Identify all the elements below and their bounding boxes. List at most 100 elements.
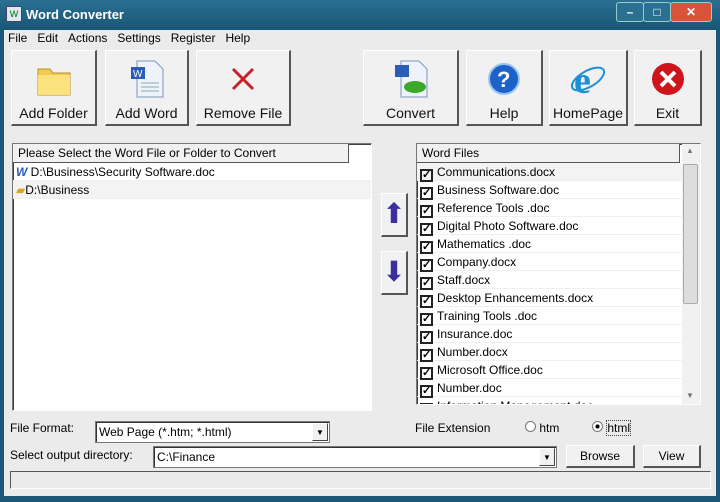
exit-button[interactable]: Exit [634,50,702,126]
internet-explorer-icon: e [570,60,606,99]
add-folder-button[interactable]: Add Folder [11,50,97,126]
menu-edit[interactable]: Edit [33,30,62,46]
word-file-item[interactable]: ✓ Business Software.doc [417,181,700,200]
scroll-down-icon[interactable]: ▼ [686,391,694,400]
word-file-label: Information Management.doc [437,399,593,404]
word-file-label: Desktop Enhancements.docx [437,291,594,305]
remove-file-label: Remove File [203,105,283,121]
move-down-button[interactable]: ⬇ [381,251,408,295]
exit-icon [651,63,684,95]
menu-actions[interactable]: Actions [64,30,111,46]
svg-text:?: ? [497,67,510,92]
help-label: Help [489,105,519,121]
source-list[interactable]: Please Select the Word File or Folder to… [12,143,372,411]
convert-label: Convert [385,105,436,121]
word-file-label: Business Software.doc [437,183,560,197]
svg-text:W: W [133,69,143,80]
output-directory-combo[interactable]: C:\Finance ▼ [153,446,557,468]
browse-button[interactable]: Browse [566,445,635,468]
word-file-item[interactable]: ✓ Communications.docx [417,163,700,182]
convert-button[interactable]: Convert [363,50,459,126]
list-item[interactable]: ▰D:\Business [13,181,371,199]
title-bar: W Word Converter – □ ✕ [0,0,720,30]
chevron-down-icon[interactable]: ▼ [539,448,555,466]
close-button[interactable]: ✕ [670,2,712,22]
word-file-item[interactable]: ✓ Microsoft Office.doc [417,361,700,380]
word-files-list[interactable]: Word Files ✓ Communications.docx ✓ Business… [416,143,701,405]
menu-bar: File Edit Actions Settings Register Help [4,30,256,46]
word-file-item[interactable]: ✓ Desktop Enhancements.docx [417,289,700,308]
word-file-item[interactable]: ✓ Reference Tools .doc [417,199,700,218]
word-file-item[interactable]: ✓ Company.docx [417,253,700,272]
word-file-label: Number.docx [437,345,508,359]
scroll-up-icon[interactable]: ▲ [686,146,694,155]
word-file-item[interactable]: ✓ Number.docx [417,343,700,362]
homepage-label: HomePage [552,105,624,121]
menu-register[interactable]: Register [167,30,220,46]
list-item-label: D:\Business\Security Software.doc [30,165,215,179]
word-file-label: Microsoft Office.doc [437,363,543,377]
word-files-header: Word Files [417,144,680,163]
word-file-item[interactable]: ✓ Staff.docx [417,271,700,290]
arrow-down-icon: ⬇ [382,256,406,287]
file-format-label: File Format: [10,421,75,435]
file-format-value: Web Page (*.htm; *.html) [99,425,232,439]
scrollbar[interactable]: ▲ ▼ [682,144,700,404]
help-button[interactable]: ? Help [466,50,543,126]
client-area: File Edit Actions Settings Register Help… [4,30,716,496]
help-icon: ? [488,63,520,95]
word-file-item[interactable]: ✓ Number.doc [417,379,700,398]
folder-icon [37,68,70,96]
folder-icon: ▰ [16,183,26,197]
word-file-item[interactable]: ✓ Insurance.doc [417,325,700,344]
convert-icon [394,60,427,98]
file-extension-label: File Extension [415,421,491,435]
window-title: Word Converter [26,7,124,22]
word-file-label: Communications.docx [437,165,556,179]
scrollbar-thumb[interactable] [683,164,698,304]
remove-file-button[interactable]: Remove File [196,50,291,126]
menu-file[interactable]: File [4,30,31,46]
chevron-down-icon[interactable]: ▼ [312,423,328,441]
radio-html[interactable]: html [592,420,632,436]
word-file-label: Reference Tools .doc [437,201,550,215]
exit-label: Exit [655,105,680,121]
menu-help[interactable]: Help [221,30,254,46]
list-item-label: D:\Business [25,183,90,197]
word-file-label: Number.doc [437,381,502,395]
word-file-item[interactable]: ✓ Training Tools .doc [417,307,700,326]
radio-html-label: html [606,420,632,436]
arrow-up-icon: ⬆ [382,198,406,229]
word-document-icon: W [130,60,163,98]
word-file-label: Staff.docx [437,273,491,287]
view-button[interactable]: View [643,445,701,468]
checkbox-checked-icon[interactable]: ✓ [420,403,433,404]
file-format-select[interactable]: Web Page (*.htm; *.html) ▼ [95,421,330,443]
app-icon: W [6,6,22,22]
add-folder-label: Add Folder [19,105,88,121]
maximize-button[interactable]: □ [643,2,671,22]
add-word-button[interactable]: W Add Word [105,50,189,126]
radio-htm-label: htm [539,421,560,435]
word-file-item[interactable]: ✓ Digital Photo Software.doc [417,217,700,236]
word-file-label: Mathematics .doc [437,237,532,251]
word-file-label: Insurance.doc [437,327,513,341]
word-file-icon: W [16,165,28,179]
radio-htm[interactable]: htm [525,421,559,435]
menu-settings[interactable]: Settings [113,30,164,46]
list-item[interactable]: W D:\Business\Security Software.doc [13,163,371,181]
output-directory-label: Select output directory: [10,448,133,462]
move-up-button[interactable]: ⬆ [381,193,408,237]
minimize-button[interactable]: – [616,2,644,22]
svg-text:e: e [574,60,591,99]
remove-x-icon [231,67,255,91]
homepage-button[interactable]: e HomePage [549,50,628,126]
source-list-header: Please Select the Word File or Folder to… [13,144,349,163]
word-file-label: Training Tools .doc [437,309,538,323]
word-file-label: Digital Photo Software.doc [437,219,579,233]
word-file-item[interactable]: ✓ Information Management.doc [417,397,700,404]
output-directory-value: C:\Finance [157,450,216,464]
word-file-item[interactable]: ✓ Mathematics .doc [417,235,700,254]
word-file-label: Company.docx [437,255,517,269]
add-word-label: Add Word [115,105,178,121]
